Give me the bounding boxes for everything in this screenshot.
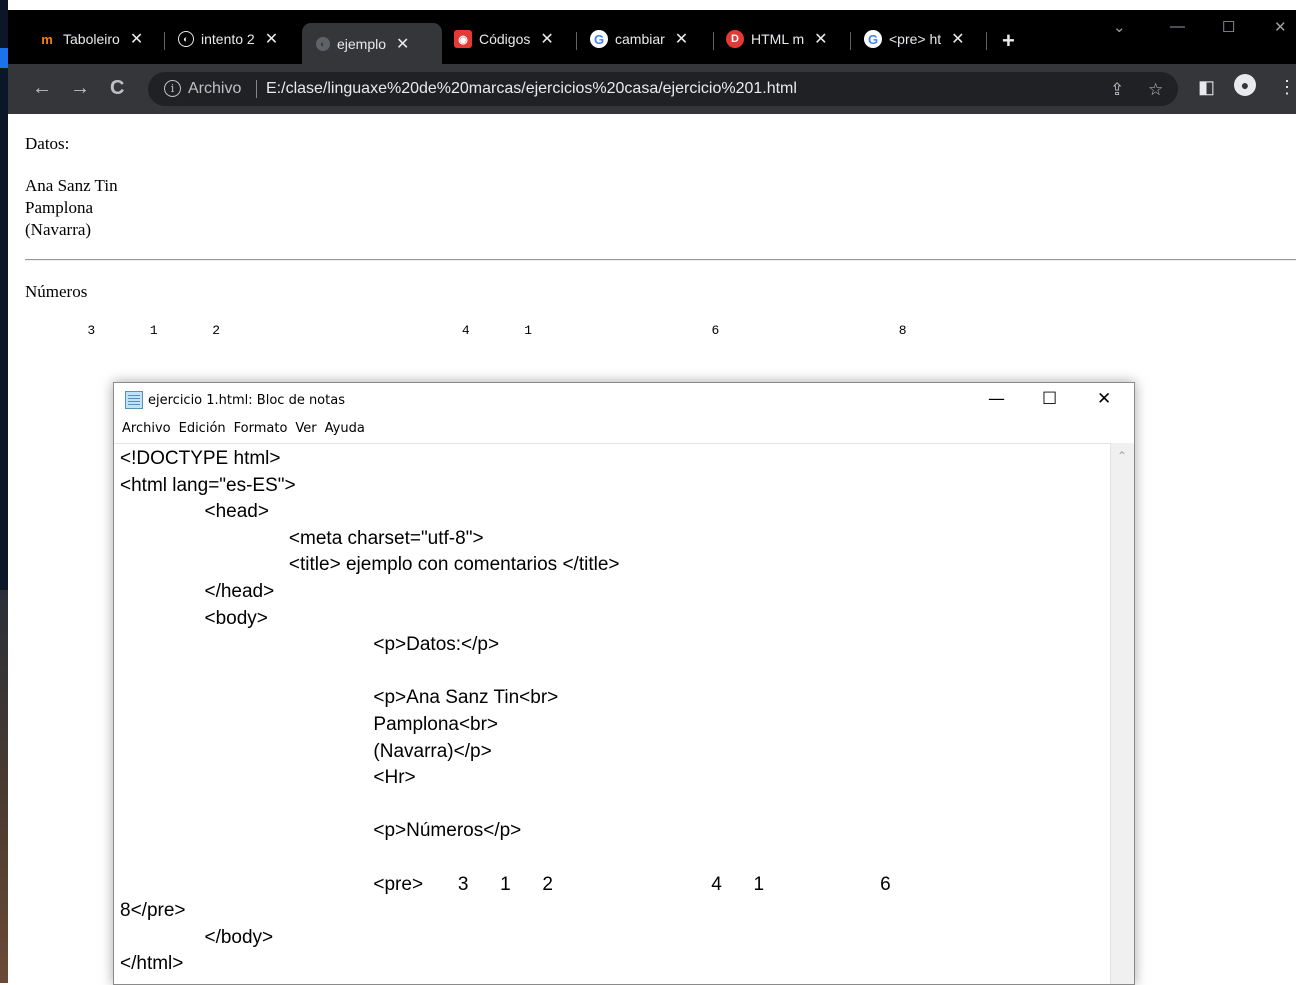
address-paragraph: Ana Sanz Tin Pamplona (Navarra) <box>25 175 118 241</box>
tab-search-icon[interactable]: ⌄ <box>1113 18 1126 36</box>
tab-intento[interactable]: ◐ intento 2 ✕ <box>178 22 278 56</box>
tab-label: intento 2 <box>201 31 255 47</box>
close-icon[interactable]: ✕ <box>265 29 278 49</box>
address-url[interactable]: E:/clase/linguaxe%20de%20marcas/ejercici… <box>266 80 797 98</box>
red-square-icon: ◉ <box>454 30 472 48</box>
notepad-title: ejercicio 1.html: Bloc de notas <box>148 393 345 408</box>
close-window-icon[interactable]: ✕ <box>1274 18 1287 36</box>
address-line: (Navarra) <box>25 220 92 239</box>
close-icon[interactable]: ✕ <box>396 34 409 54</box>
preformatted-numbers: 3 1 2 4 1 6 8 <box>25 323 907 338</box>
google-icon: G <box>864 30 882 48</box>
tab-label: Taboleiro <box>63 31 120 47</box>
tab-label: HTML m <box>751 31 805 47</box>
numeros-paragraph: Números <box>25 282 88 301</box>
tab-label: ejemplo <box>337 35 387 52</box>
globe-icon: ◐ <box>316 36 330 51</box>
tab-html[interactable]: D HTML m ✕ <box>726 22 828 56</box>
datos-paragraph: Datos: <box>25 134 70 153</box>
menu-ver[interactable]: Ver <box>291 421 320 443</box>
info-icon[interactable]: i <box>164 80 181 97</box>
address-scheme-label: Archivo <box>188 80 242 97</box>
profile-avatar-icon[interactable]: ● <box>1234 74 1256 96</box>
menu-formato[interactable]: Formato <box>230 421 292 443</box>
scroll-up-icon[interactable]: ⌃ <box>1117 449 1127 463</box>
minimize-icon[interactable]: — <box>988 389 1005 409</box>
new-tab-button[interactable]: + <box>1002 28 1015 54</box>
tab-label: <pre> ht <box>889 31 942 47</box>
forward-arrow-icon[interactable]: → <box>70 77 90 100</box>
tab-separator <box>576 32 577 50</box>
notepad-source-code[interactable]: <!DOCTYPE html> <html lang="es-ES"> <hea… <box>120 446 891 978</box>
menu-kebab-icon[interactable]: ⋮ <box>1278 77 1296 98</box>
notepad-menubar: Archivo Edición Formato Ver Ayuda <box>114 421 369 443</box>
maximize-icon[interactable]: ☐ <box>1222 18 1235 36</box>
tab-pre[interactable]: G <pre> ht ✕ <box>864 22 965 56</box>
address-bar[interactable]: i Archivo E:/clase/linguaxe%20de%20marca… <box>148 72 1178 106</box>
red-circle-d-icon: D <box>726 30 744 48</box>
vertical-scrollbar[interactable]: ⌃ <box>1110 443 1134 984</box>
minimize-icon[interactable]: — <box>1170 18 1185 35</box>
close-icon[interactable]: ✕ <box>675 29 688 49</box>
menu-ayuda[interactable]: Ayuda <box>321 421 369 443</box>
bookmark-star-icon[interactable]: ☆ <box>1148 80 1163 100</box>
tab-cambiar[interactable]: G cambiar ✕ <box>590 22 688 56</box>
address-line: Ana Sanz Tin <box>25 176 118 195</box>
back-arrow-icon[interactable]: ← <box>32 77 52 100</box>
menu-archivo[interactable]: Archivo <box>114 421 175 443</box>
window-top-edge <box>8 0 1296 10</box>
maximize-icon[interactable]: ☐ <box>1042 389 1057 409</box>
globe-icon: ◐ <box>178 31 194 47</box>
close-icon[interactable]: ✕ <box>130 29 143 49</box>
side-panel-icon[interactable]: ◧ <box>1198 77 1215 98</box>
reload-icon[interactable]: C <box>110 77 124 100</box>
close-icon[interactable]: ✕ <box>814 29 827 49</box>
address-separator <box>256 80 257 98</box>
tab-taboleiro[interactable]: m Taboleiro ✕ <box>38 22 143 56</box>
tab-separator <box>850 32 851 50</box>
desktop-edge <box>0 0 8 983</box>
horizontal-rule <box>25 259 1296 261</box>
close-icon[interactable]: ✕ <box>951 29 964 49</box>
notepad-editor[interactable]: <!DOCTYPE html> <html lang="es-ES"> <hea… <box>114 443 1110 984</box>
notepad-titlebar[interactable]: ejercicio 1.html: Bloc de notas — ☐ ✕ <box>114 383 1134 419</box>
tab-separator <box>713 32 714 50</box>
tab-separator <box>986 32 987 50</box>
close-icon[interactable]: ✕ <box>1097 389 1111 409</box>
desktop-wallpaper <box>0 590 8 983</box>
menu-edicion[interactable]: Edición <box>175 421 230 443</box>
address-line: Pamplona <box>25 198 93 217</box>
desktop-edge-accent <box>0 48 8 68</box>
moodle-icon: m <box>41 31 53 47</box>
tab-label: cambiar <box>615 31 665 47</box>
notepad-icon <box>125 391 143 409</box>
google-icon: G <box>590 30 608 48</box>
share-icon[interactable]: ⇪ <box>1110 80 1124 100</box>
close-icon[interactable]: ✕ <box>540 29 553 49</box>
notepad-window: ejercicio 1.html: Bloc de notas — ☐ ✕ Ar… <box>113 382 1135 985</box>
tab-label: Códigos <box>479 31 531 47</box>
tab-separator <box>164 32 165 50</box>
tab-ejemplo[interactable]: ◐ ejemplo ✕ <box>302 23 442 64</box>
tab-codigos[interactable]: ◉ Códigos ✕ <box>454 22 554 56</box>
browser-toolbar: ← → C i Archivo E:/clase/linguaxe%20de%2… <box>8 64 1296 114</box>
